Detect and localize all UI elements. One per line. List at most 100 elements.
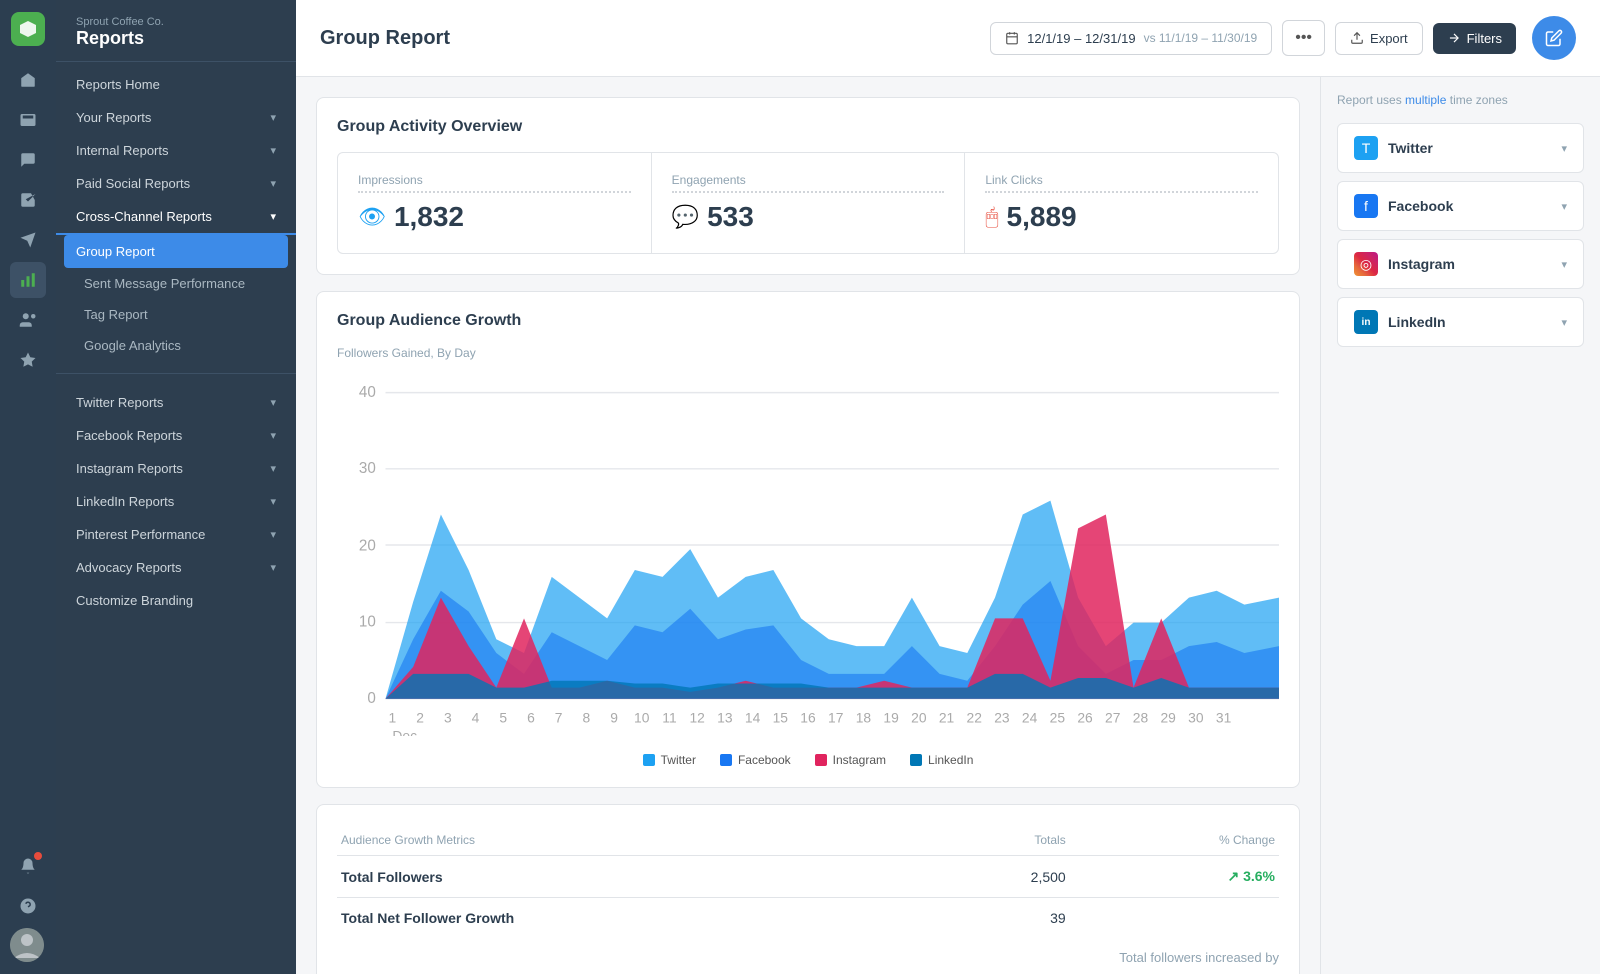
- more-options-button[interactable]: •••: [1282, 20, 1325, 56]
- sidebar-item-google-analytics[interactable]: Google Analytics: [56, 330, 296, 361]
- sidebar-item-cross-channel[interactable]: Cross-Channel Reports ▾: [56, 200, 296, 235]
- svg-text:25: 25: [1050, 709, 1066, 725]
- app-logo[interactable]: [11, 12, 45, 46]
- user-avatar[interactable]: [10, 928, 44, 962]
- chevron-paid-social: ▾: [270, 177, 276, 190]
- svg-text:3: 3: [444, 709, 452, 725]
- network-item-instagram[interactable]: ◎ Instagram ▾: [1337, 239, 1584, 289]
- svg-text:30: 30: [1188, 709, 1204, 725]
- nav-team-icon[interactable]: [10, 302, 46, 338]
- svg-text:11: 11: [662, 709, 677, 725]
- audience-growth-title: Group Audience Growth: [337, 312, 1279, 330]
- legend-dot-linkedin: [910, 754, 922, 766]
- legend-facebook: Facebook: [720, 753, 791, 767]
- sidebar-item-tag-report[interactable]: Tag Report: [56, 299, 296, 330]
- nav-inbox-icon[interactable]: [10, 102, 46, 138]
- sidebar-item-pinterest[interactable]: Pinterest Performance ▾: [56, 518, 296, 551]
- sidebar-item-advocacy[interactable]: Advocacy Reports ▾: [56, 551, 296, 584]
- legend-label-twitter: Twitter: [661, 753, 696, 767]
- col-header-totals: Totals: [929, 825, 1070, 856]
- network-item-linkedin[interactable]: in LinkedIn ▾: [1337, 297, 1584, 347]
- sidebar-item-linkedin-reports[interactable]: LinkedIn Reports ▾: [56, 485, 296, 518]
- filters-button[interactable]: Filters: [1433, 23, 1516, 54]
- chart-legend: Twitter Facebook Instagram LinkedIn: [337, 753, 1279, 767]
- nav-home-icon[interactable]: [10, 62, 46, 98]
- sidebar-item-reports-home[interactable]: Reports Home: [56, 68, 296, 101]
- header-controls: 12/1/19 – 12/31/19 vs 11/1/19 – 11/30/19…: [990, 20, 1516, 56]
- sidebar-item-group-report[interactable]: Group Report: [64, 235, 288, 268]
- svg-text:6: 6: [527, 709, 535, 725]
- metric-value-net-growth: 39: [929, 898, 1070, 939]
- col-header-metric: Audience Growth Metrics: [337, 825, 929, 856]
- sidebar-item-facebook-reports[interactable]: Facebook Reports ▾: [56, 419, 296, 452]
- svg-text:20: 20: [911, 709, 927, 725]
- nav-help-icon[interactable]: [10, 888, 46, 924]
- svg-text:10: 10: [634, 709, 650, 725]
- group-activity-overview-card: Group Activity Overview Impressions 👁 1,…: [316, 97, 1300, 275]
- linkedin-network-label: LinkedIn: [1388, 314, 1446, 330]
- svg-text:40: 40: [359, 384, 376, 401]
- chevron-twitter: ▾: [270, 396, 276, 409]
- sidebar-item-customize-branding[interactable]: Customize Branding: [56, 584, 296, 617]
- chevron-your-reports: ▾: [270, 111, 276, 124]
- instagram-network-icon: ◎: [1354, 252, 1378, 276]
- chevron-instagram-network: ▾: [1561, 258, 1567, 271]
- sidebar-item-your-reports[interactable]: Your Reports ▾: [56, 101, 296, 134]
- legend-dot-twitter: [643, 754, 655, 766]
- svg-text:2: 2: [416, 709, 424, 725]
- nav-reports-icon[interactable]: [10, 262, 46, 298]
- sidebar-item-twitter-reports[interactable]: Twitter Reports ▾: [56, 386, 296, 419]
- svg-text:23: 23: [994, 709, 1010, 725]
- instagram-network-label: Instagram: [1388, 256, 1455, 272]
- edit-button[interactable]: [1532, 16, 1576, 60]
- main-panel: Group Activity Overview Impressions 👁 1,…: [296, 77, 1320, 974]
- nav-messages-icon[interactable]: [10, 142, 46, 178]
- chevron-instagram: ▾: [270, 462, 276, 475]
- legend-dot-instagram: [815, 754, 827, 766]
- nav-notifications-icon[interactable]: [10, 848, 46, 884]
- legend-instagram: Instagram: [815, 753, 886, 767]
- svg-text:29: 29: [1160, 709, 1176, 725]
- svg-text:28: 28: [1133, 709, 1149, 725]
- content-area: Group Activity Overview Impressions 👁 1,…: [296, 77, 1600, 974]
- export-button[interactable]: Export: [1335, 22, 1423, 55]
- chevron-internal-reports: ▾: [270, 144, 276, 157]
- date-range-button[interactable]: 12/1/19 – 12/31/19 vs 11/1/19 – 11/30/19: [990, 22, 1272, 55]
- link-clicks-label: Link Clicks: [985, 173, 1258, 193]
- sidebar-item-paid-social[interactable]: Paid Social Reports ▾: [56, 167, 296, 200]
- link-clicks-value: 5,889: [1007, 201, 1077, 233]
- timezone-link[interactable]: multiple: [1405, 93, 1446, 107]
- network-item-twitter[interactable]: T Twitter ▾: [1337, 123, 1584, 173]
- col-header-change: % Change: [1070, 825, 1279, 856]
- svg-text:15: 15: [773, 709, 789, 725]
- legend-label-instagram: Instagram: [833, 753, 886, 767]
- audience-growth-card: Group Audience Growth Followers Gained, …: [316, 291, 1300, 788]
- legend-linkedin: LinkedIn: [910, 753, 973, 767]
- link-clicks-icon: 🖱: [985, 204, 998, 230]
- metric-impressions: Impressions 👁 1,832: [338, 153, 652, 253]
- chevron-advocacy: ▾: [270, 561, 276, 574]
- chevron-linkedin: ▾: [270, 495, 276, 508]
- twitter-network-label: Twitter: [1388, 140, 1433, 156]
- impressions-value: 1,832: [394, 201, 464, 233]
- chevron-facebook: ▾: [270, 429, 276, 442]
- sidebar-item-sent-message[interactable]: Sent Message Performance: [56, 268, 296, 299]
- svg-text:1: 1: [389, 709, 397, 725]
- chart-container: 40 30 20 10 0: [337, 376, 1279, 767]
- sidebar-divider-1: [56, 373, 296, 374]
- metric-change-total-followers: ↗ 3.6%: [1070, 856, 1279, 898]
- network-item-facebook[interactable]: f Facebook ▾: [1337, 181, 1584, 231]
- svg-text:17: 17: [828, 709, 843, 725]
- chevron-twitter-network: ▾: [1561, 142, 1567, 155]
- table-row-total-followers: Total Followers 2,500 ↗ 3.6%: [337, 856, 1279, 898]
- sidebar-header: Sprout Coffee Co. Reports: [56, 0, 296, 62]
- nav-star-icon[interactable]: [10, 342, 46, 378]
- overview-card-title: Group Activity Overview: [337, 118, 1279, 136]
- sidebar-item-internal-reports[interactable]: Internal Reports ▾: [56, 134, 296, 167]
- nav-tasks-icon[interactable]: [10, 182, 46, 218]
- timezone-note: Report uses multiple time zones: [1337, 93, 1584, 107]
- nav-publish-icon[interactable]: [10, 222, 46, 258]
- linkedin-network-icon: in: [1354, 310, 1378, 334]
- svg-text:5: 5: [499, 709, 507, 725]
- sidebar-item-instagram-reports[interactable]: Instagram Reports ▾: [56, 452, 296, 485]
